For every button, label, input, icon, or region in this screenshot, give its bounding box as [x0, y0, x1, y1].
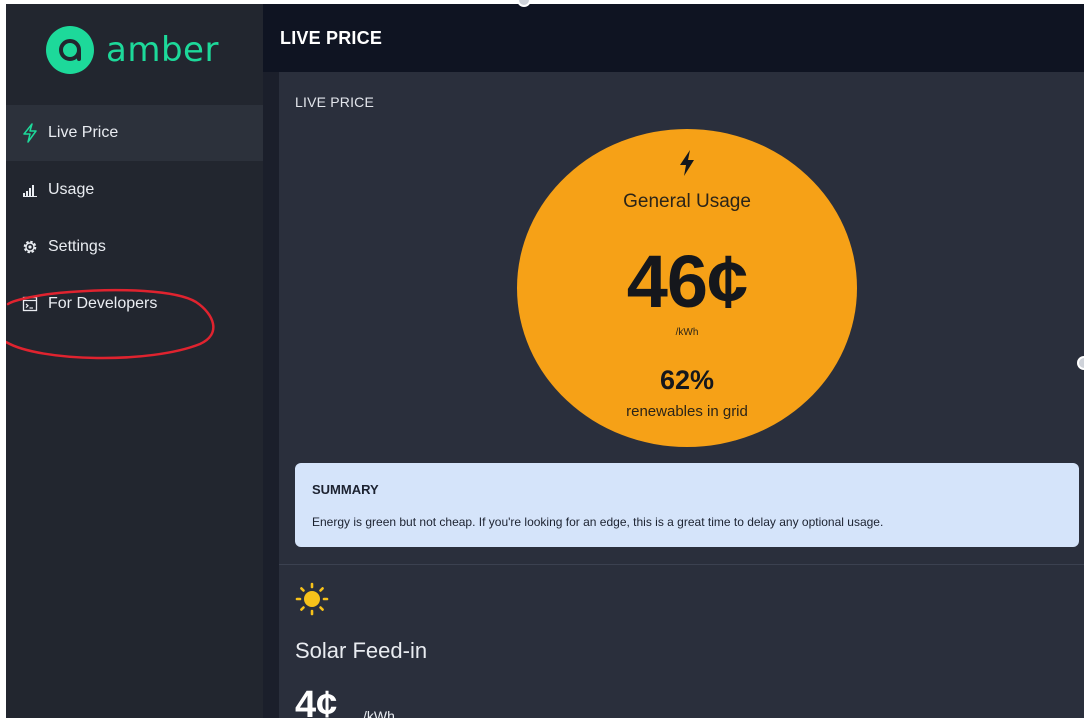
summary-title: SUMMARY: [312, 482, 379, 497]
sidebar-item-label: For Developers: [48, 295, 158, 312]
renewables-percent: 62%: [659, 365, 715, 395]
sun-icon: [295, 582, 329, 616]
bolt-icon: [20, 123, 40, 143]
gear-icon: [20, 237, 40, 257]
sidebar-item-for-developers[interactable]: For Developers: [6, 276, 263, 332]
bolt-icon: [680, 150, 694, 176]
sidebar: amber Live Price Usage Settings For Deve…: [6, 4, 263, 718]
section-divider: [279, 564, 1084, 565]
usage-type-label: General Usage: [623, 191, 751, 212]
amber-logo[interactable]: amber: [46, 26, 219, 74]
live-price-card: LIVE PRICE General Usage 46¢ /kWh 62% re…: [279, 72, 1084, 718]
sidebar-item-label: Settings: [48, 238, 106, 255]
sidebar-item-label: Live Price: [48, 124, 119, 141]
summary-text: Energy is green but not cheap. If you're…: [312, 515, 884, 529]
top-bar: LIVE PRICE: [263, 4, 1084, 72]
solar-feed-in-title: Solar Feed-in: [295, 638, 428, 663]
price-unit: /kWh: [675, 327, 699, 338]
current-price: 46¢: [626, 240, 748, 323]
sidebar-item-label: Usage: [48, 181, 95, 198]
amber-logo-mark: [46, 26, 94, 74]
page-title: LIVE PRICE: [280, 28, 383, 48]
bar-chart-icon: [20, 180, 40, 200]
sidebar-item-live-price[interactable]: Live Price: [6, 105, 263, 161]
sidebar-item-settings[interactable]: Settings: [6, 219, 263, 275]
app-window: amber Live Price Usage Settings For Deve…: [6, 4, 1084, 718]
brand-name: amber: [106, 30, 219, 70]
terminal-icon: [20, 294, 40, 314]
renewables-label: renewables in grid: [626, 403, 748, 420]
sidebar-item-usage[interactable]: Usage: [6, 162, 263, 218]
card-label: LIVE PRICE: [295, 94, 375, 110]
solar-price: 4¢: [295, 684, 338, 718]
summary-box: SUMMARY Energy is green but not cheap. I…: [295, 463, 1079, 547]
screenshot-handle-right: [1077, 356, 1084, 370]
price-circle: General Usage 46¢ /kWh 62% renewables in…: [517, 129, 857, 447]
solar-price-unit: /kWh: [363, 708, 395, 718]
